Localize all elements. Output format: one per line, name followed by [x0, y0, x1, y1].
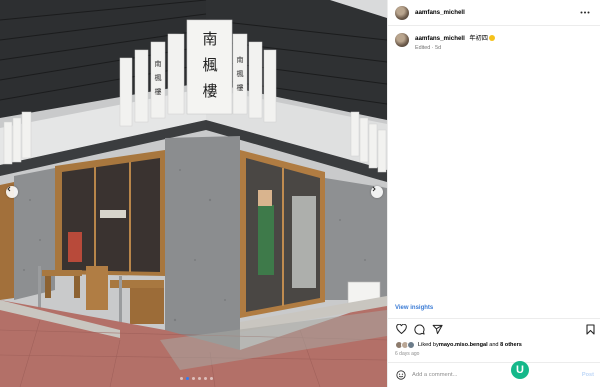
save-button[interactable]: [585, 323, 595, 335]
emoji-picker-button[interactable]: [395, 370, 406, 381]
storefront-illustration: 南 楓 樓 南 楓 樓 南 楓 樓: [0, 0, 387, 387]
carousel-dot: [192, 377, 195, 380]
chevron-right-icon: [372, 186, 376, 192]
next-image-button[interactable]: [371, 186, 383, 198]
caption-avatar[interactable]: [395, 33, 409, 47]
chevron-left-icon: [7, 186, 11, 192]
likes-user-link[interactable]: mayo.miso.bengal: [439, 342, 488, 348]
comment-bar: Post: [388, 362, 600, 387]
comment-input[interactable]: [412, 372, 562, 378]
grinning-emoji-icon: [488, 35, 495, 41]
side-sign-char: 楓: [237, 69, 244, 78]
more-options-icon[interactable]: [579, 9, 591, 17]
view-insights-link[interactable]: View insights: [395, 305, 433, 311]
carousel-dot: [204, 377, 207, 380]
avatar[interactable]: [407, 341, 415, 349]
sign-char: 南: [202, 30, 217, 48]
caption-username[interactable]: aamfans_michell: [415, 35, 465, 42]
avatar[interactable]: [395, 5, 409, 20]
comment-button[interactable]: [413, 323, 425, 335]
post-details-panel: aamfans_michell aamfans_michell 年初四 Edit…: [387, 0, 600, 387]
carousel-dot: [186, 377, 189, 380]
carousel-indicator: [180, 377, 213, 380]
likes-prefix: Liked by: [418, 342, 439, 348]
side-sign-char: 南: [155, 59, 162, 68]
carousel-dot: [180, 377, 183, 380]
caption-text: 年初四: [469, 35, 488, 42]
side-sign-char: 樓: [155, 87, 162, 96]
post-photo[interactable]: 南 楓 樓 南 楓 樓 南 楓 樓: [0, 0, 387, 387]
post-header: aamfans_michell: [388, 0, 600, 26]
caption: aamfans_michell 年初四 Edited · 5d: [395, 32, 495, 52]
send-icon: [432, 324, 443, 334]
sign-char: 楓: [202, 56, 217, 74]
share-button[interactable]: [431, 323, 443, 335]
post-actions: [395, 323, 443, 335]
liker-avatars: [395, 341, 415, 349]
caption-meta: Edited · 5d: [415, 45, 442, 51]
comment-icon: [413, 324, 425, 335]
like-button[interactable]: [395, 323, 407, 335]
heart-icon: [395, 324, 407, 334]
post-comment-button[interactable]: Post: [582, 372, 594, 378]
sign-char: 樓: [202, 82, 217, 100]
likes-summary: Liked by mayo.miso.bengal and 8 others: [395, 341, 522, 349]
carousel-dot: [198, 377, 201, 380]
carousel-dot: [210, 377, 213, 380]
side-sign-char: 樓: [237, 83, 244, 92]
side-sign-char: 南: [237, 55, 244, 64]
side-sign-char: 楓: [155, 73, 162, 82]
smile-icon: [395, 370, 406, 380]
bookmark-icon: [585, 323, 595, 335]
extension-badge[interactable]: U: [511, 361, 529, 379]
header-username[interactable]: aamfans_michell: [415, 9, 465, 16]
post-timestamp: 6 days ago: [395, 351, 420, 357]
likes-others-link[interactable]: 8 others: [500, 342, 522, 348]
divider: [388, 318, 600, 319]
likes-middle: and: [487, 342, 501, 348]
previous-image-button[interactable]: [6, 186, 18, 198]
